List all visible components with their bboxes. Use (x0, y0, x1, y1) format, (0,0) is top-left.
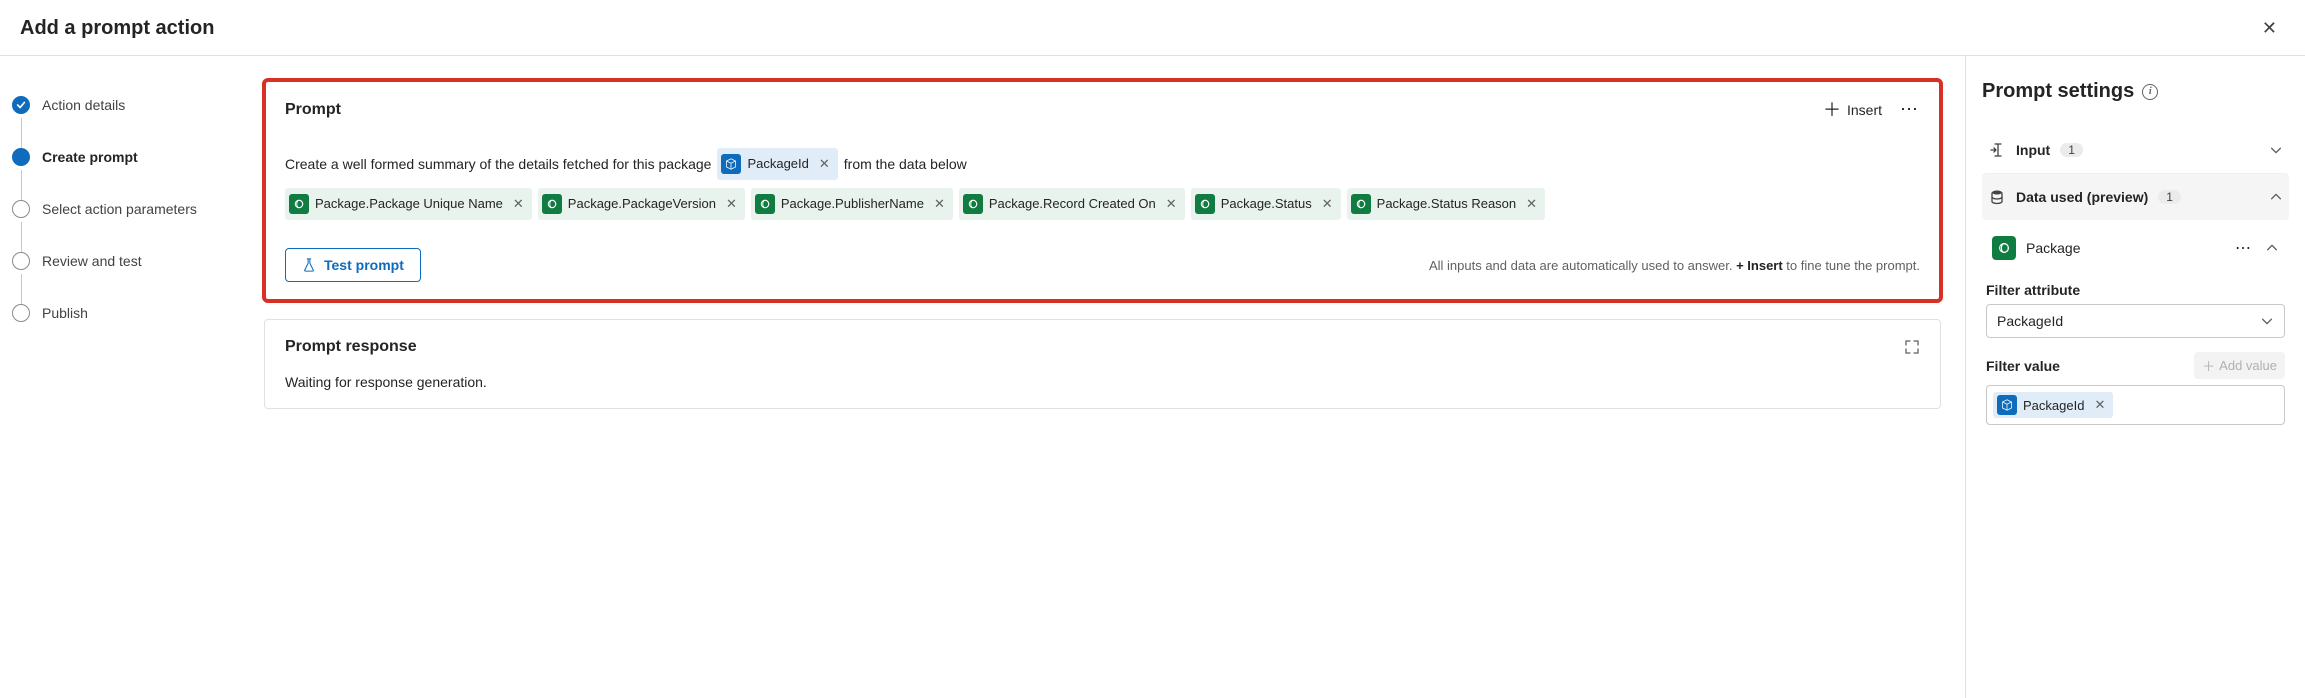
data-used-count-badge: 1 (2158, 190, 2181, 204)
token-label: Package.Record Created On (989, 191, 1156, 217)
token-label: Package.Status (1221, 191, 1312, 217)
plus-icon: ＋ (2202, 356, 2215, 375)
more-icon[interactable]: ⋯ (1900, 99, 1920, 120)
entity-icon (542, 194, 562, 214)
remove-token-icon[interactable]: ✕ (513, 191, 524, 217)
step-label: Publish (42, 305, 88, 321)
expand-icon[interactable] (1904, 339, 1920, 355)
step-review-test[interactable]: Review and test (12, 252, 220, 304)
data-token[interactable]: Package.PublisherName ✕ (751, 188, 953, 220)
step-dot-icon (12, 200, 30, 218)
remove-token-icon[interactable]: ✕ (819, 151, 830, 177)
insert-button[interactable]: ＋ Insert (1823, 101, 1882, 119)
step-dot-icon (12, 148, 30, 166)
filter-value-input[interactable]: PackageId ✕ (1986, 385, 2285, 425)
test-prompt-button[interactable]: Test prompt (285, 248, 421, 282)
remove-token-icon[interactable]: ✕ (2094, 397, 2105, 413)
chevron-down-icon (2269, 143, 2283, 157)
settings-title: Prompt settings i (1982, 80, 2289, 103)
insert-label: Insert (1847, 102, 1882, 118)
remove-token-icon[interactable]: ✕ (726, 191, 737, 217)
input-count-badge: 1 (2060, 143, 2083, 157)
prompt-text: from the data below (844, 150, 967, 178)
close-icon[interactable]: ✕ (2254, 14, 2285, 43)
entity-icon (1195, 194, 1215, 214)
input-section-header[interactable]: Input 1 (1982, 127, 2289, 173)
token-label: Package.Status Reason (1377, 191, 1516, 217)
filter-value-label: Filter value (1986, 358, 2060, 374)
step-create-prompt[interactable]: Create prompt (12, 148, 220, 200)
step-dot-icon (12, 304, 30, 322)
package-icon (1992, 236, 2016, 260)
filter-value-token[interactable]: PackageId ✕ (1993, 392, 2113, 418)
step-publish[interactable]: Publish (12, 304, 220, 322)
add-value-button: ＋ Add value (2194, 352, 2285, 379)
page-title: Add a prompt action (20, 17, 214, 40)
data-tokens-row: Package.Package Unique Name✕Package.Pack… (285, 188, 1920, 220)
step-label: Create prompt (42, 149, 138, 165)
prompt-text: Create a well formed summary of the deta… (285, 150, 711, 178)
token-label: PackageId (747, 151, 808, 177)
step-label: Action details (42, 97, 125, 113)
prompt-card: Prompt ＋ Insert ⋯ Create a well formed s… (264, 80, 1941, 301)
info-icon[interactable]: i (2142, 84, 2158, 100)
data-token[interactable]: Package.Package Unique Name ✕ (285, 188, 532, 220)
package-more-icon[interactable]: ⋯ (2235, 238, 2253, 258)
response-body: Waiting for response generation. (285, 374, 1920, 390)
response-card-title: Prompt response (285, 338, 417, 356)
chevron-up-icon (2269, 190, 2283, 204)
database-icon (1988, 188, 2006, 206)
data-used-label: Data used (preview) (2016, 189, 2148, 205)
package-entity-row[interactable]: Package ⋯ (1986, 226, 2285, 270)
token-label: Package.Package Unique Name (315, 191, 503, 217)
step-label: Select action parameters (42, 201, 197, 217)
data-token[interactable]: Package.PackageVersion ✕ (538, 188, 745, 220)
filter-attribute-label: Filter attribute (1986, 282, 2285, 298)
data-token[interactable]: Package.Status ✕ (1191, 188, 1341, 220)
prompt-response-card: Prompt response Waiting for response gen… (264, 319, 1941, 409)
input-icon (1988, 141, 2006, 159)
step-action-details[interactable]: Action details (12, 96, 220, 148)
step-dot-icon (12, 252, 30, 270)
remove-token-icon[interactable]: ✕ (1166, 191, 1177, 217)
step-select-params[interactable]: Select action parameters (12, 200, 220, 252)
prompt-hint: All inputs and data are automatically us… (1429, 258, 1920, 273)
cube-icon (721, 154, 741, 174)
package-entity-label: Package (2026, 240, 2080, 256)
data-token[interactable]: Package.Record Created On ✕ (959, 188, 1185, 220)
cube-icon (1997, 395, 2017, 415)
entity-icon (963, 194, 983, 214)
remove-token-icon[interactable]: ✕ (1322, 191, 1333, 217)
plus-icon: ＋ (1823, 101, 1841, 119)
inline-token-packageid[interactable]: PackageId ✕ (717, 148, 837, 180)
data-used-section-header[interactable]: Data used (preview) 1 (1982, 173, 2289, 220)
remove-token-icon[interactable]: ✕ (1526, 191, 1537, 217)
prompt-editor[interactable]: Create a well formed summary of the deta… (285, 148, 1920, 180)
step-nav: Action details Create prompt Select acti… (0, 56, 240, 698)
test-prompt-label: Test prompt (324, 257, 404, 273)
entity-icon (289, 194, 309, 214)
remove-token-icon[interactable]: ✕ (934, 191, 945, 217)
chevron-up-icon[interactable] (2265, 241, 2279, 255)
chevron-down-icon (2260, 314, 2274, 328)
data-token[interactable]: Package.Status Reason ✕ (1347, 188, 1545, 220)
token-label: Package.PublisherName (781, 191, 924, 217)
entity-icon (755, 194, 775, 214)
input-section-label: Input (2016, 142, 2050, 158)
token-label: Package.PackageVersion (568, 191, 716, 217)
filter-attribute-value: PackageId (1997, 313, 2063, 329)
entity-icon (1351, 194, 1371, 214)
prompt-card-title: Prompt (285, 101, 341, 119)
filter-attribute-select[interactable]: PackageId (1986, 304, 2285, 338)
step-label: Review and test (42, 253, 142, 269)
checkmark-icon (12, 96, 30, 114)
token-label: PackageId (2023, 398, 2084, 413)
flask-icon (302, 258, 316, 272)
